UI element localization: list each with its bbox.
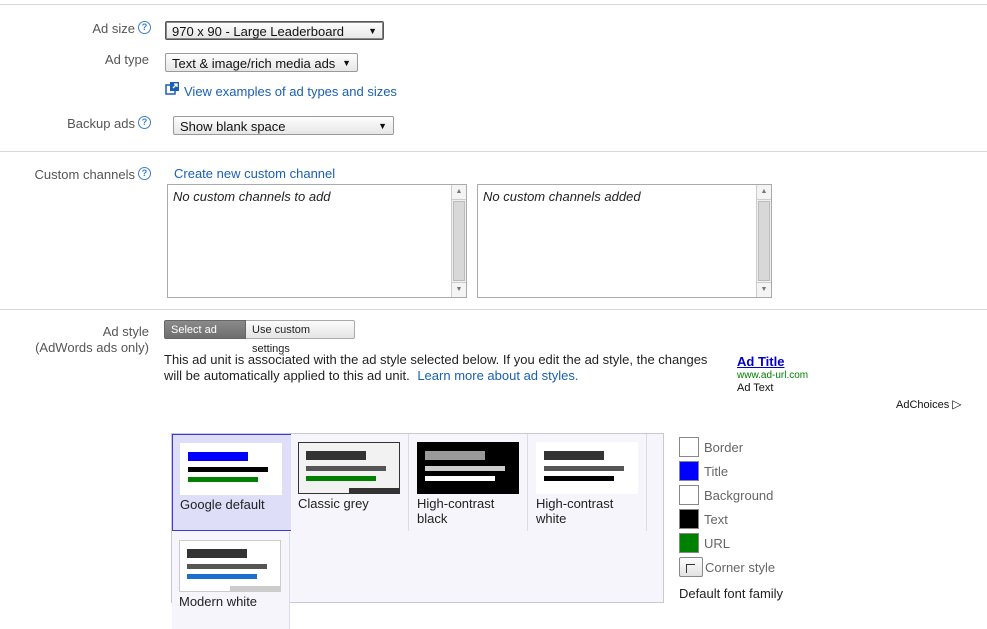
color-swatch[interactable] — [679, 533, 699, 553]
style-name: Modern white — [179, 594, 258, 609]
tab-select-ad-style[interactable]: Select ad style — [164, 320, 246, 355]
color-swatch[interactable] — [679, 437, 699, 457]
adchoices-badge[interactable]: AdChoices ▷ — [896, 397, 962, 411]
scroll-thumb[interactable] — [758, 201, 770, 281]
available-channels-placeholder: No custom channels to add — [173, 189, 331, 204]
added-channels-placeholder: No custom channels added — [483, 189, 641, 204]
backup-ads-select[interactable]: Show blank space ▼ — [173, 116, 394, 135]
ad-style-sublabel: (AdWords ads only) — [35, 340, 149, 355]
default-font-family-label: Default font family — [679, 586, 784, 601]
dropdown-arrow-icon: ▼ — [368, 26, 377, 36]
added-channels-list[interactable]: No custom channels added ▲ ▼ — [477, 184, 772, 298]
corner-style-icon[interactable] — [679, 557, 703, 577]
style-preview — [536, 442, 638, 494]
view-examples-link[interactable]: View examples of ad types and sizes — [184, 84, 397, 99]
tab-use-custom-settings[interactable]: Use custom settings — [246, 320, 355, 355]
color-swatch[interactable] — [679, 461, 699, 481]
learn-more-link[interactable]: Learn more about ad styles. — [417, 368, 578, 383]
style-preview — [179, 540, 281, 592]
style-name: Google default — [180, 497, 265, 512]
style-preview — [417, 442, 519, 494]
ad-size-select[interactable]: 970 x 90 - Large Leaderboard ▼ — [165, 21, 384, 40]
ad-style-label: Ad style — [102, 324, 149, 339]
preview-ad-text: Ad Text — [737, 382, 774, 394]
external-window-icon[interactable] — [165, 81, 180, 99]
style-preview — [298, 442, 400, 494]
preview-ad-title: Ad Title — [737, 354, 785, 369]
ad-type-label: Ad type — [104, 52, 149, 67]
help-icon[interactable]: ? — [138, 116, 151, 129]
scroll-thumb[interactable] — [453, 201, 465, 281]
create-custom-channel-link[interactable]: Create new custom channel — [174, 166, 335, 181]
help-icon[interactable]: ? — [138, 167, 151, 180]
style-preview — [180, 443, 282, 495]
preview-ad-url: www.ad-url.com — [737, 370, 809, 381]
ad-style-description: This ad unit is associated with the ad s… — [164, 352, 708, 383]
scrollbar[interactable]: ▲ ▼ — [451, 185, 466, 297]
color-swatch[interactable] — [679, 485, 699, 505]
scroll-down-icon[interactable]: ▼ — [757, 282, 771, 297]
scroll-down-icon[interactable]: ▼ — [452, 282, 466, 297]
scrollbar[interactable]: ▲ ▼ — [756, 185, 771, 297]
style-name: Classic grey — [298, 496, 369, 511]
style-classic-grey[interactable]: Classic grey — [291, 434, 409, 531]
ad-type-select[interactable]: Text & image/rich media ads ▼ — [165, 53, 358, 72]
color-swatch[interactable] — [679, 509, 699, 529]
backup-ads-label: Backup ads? — [40, 116, 151, 131]
style-high-contrast-black[interactable]: High-contrast black — [410, 434, 528, 531]
custom-channels-label: Custom channels? — [20, 167, 151, 182]
dropdown-arrow-icon: ▼ — [342, 58, 351, 68]
style-gallery: Google default Classic grey High-contras… — [171, 433, 664, 629]
style-name: High-contrast black — [417, 496, 495, 526]
dropdown-arrow-icon: ▼ — [378, 121, 387, 131]
style-google-default[interactable]: Google default — [172, 434, 292, 531]
available-channels-list[interactable]: No custom channels to add ▲ ▼ — [167, 184, 467, 298]
scroll-up-icon[interactable]: ▲ — [452, 185, 466, 200]
divider-channels — [0, 151, 987, 152]
style-high-contrast-white[interactable]: High-contrast white — [529, 434, 647, 531]
top-divider — [0, 4, 987, 5]
style-name: High-contrast white — [536, 496, 614, 526]
scroll-up-icon[interactable]: ▲ — [757, 185, 771, 200]
help-icon[interactable]: ? — [138, 21, 151, 34]
adchoices-icon: ▷ — [952, 397, 962, 411]
style-modern-white[interactable]: Modern white — [172, 532, 290, 629]
ad-size-label: Ad size? — [60, 21, 151, 36]
divider-ad-style — [0, 309, 987, 310]
